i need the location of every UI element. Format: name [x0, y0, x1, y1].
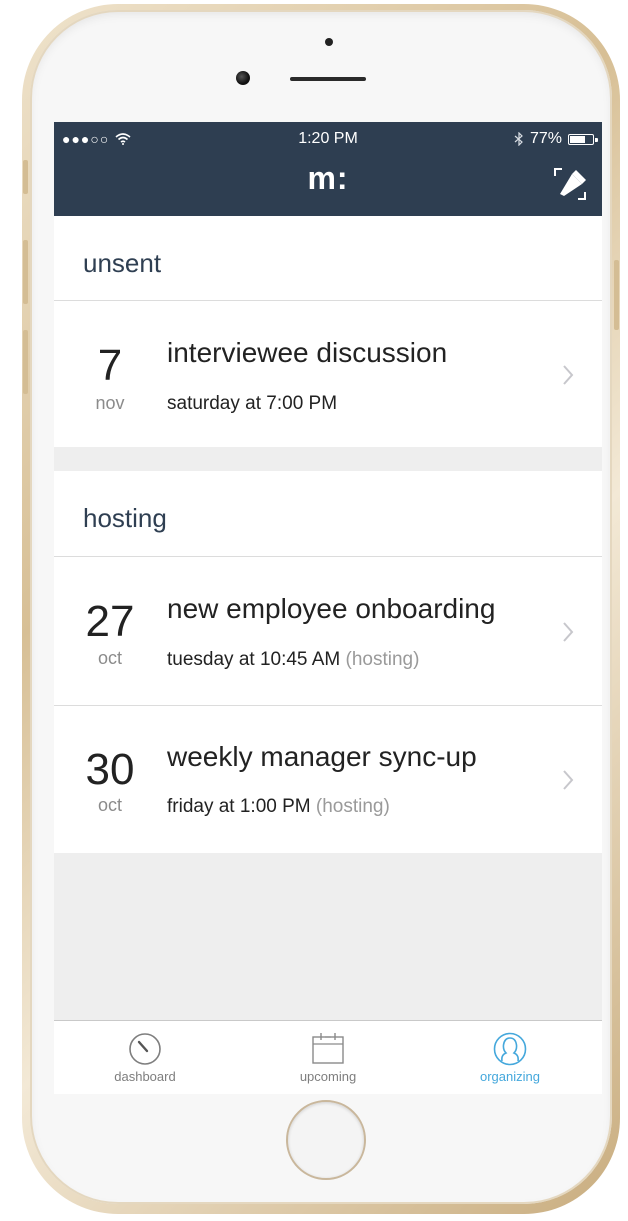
- event-month: nov: [95, 393, 125, 413]
- section-title: unsent: [83, 248, 162, 278]
- chevron-right-icon: [563, 622, 574, 642]
- mute-switch: [23, 160, 28, 194]
- person-icon: [493, 1032, 527, 1066]
- tab-organizing[interactable]: organizing: [440, 1031, 580, 1084]
- event-when: saturday at 7:00 PM: [167, 393, 338, 414]
- calendar-icon: [312, 1033, 344, 1064]
- event-day: 27: [85, 597, 135, 646]
- volume-up-button: [23, 240, 28, 304]
- compose-icon[interactable]: [552, 166, 588, 202]
- home-button[interactable]: [286, 1100, 366, 1180]
- event-time: saturday at 7:00 PM: [167, 393, 337, 415]
- app-screen: ●●●○○ 1:20 PM 77% m: unsent 7 nov interv…: [54, 122, 602, 1094]
- app-header: ●●●○○ 1:20 PM 77% m:: [54, 122, 602, 216]
- section-title: hosting: [83, 503, 167, 533]
- event-tag: (hosting): [345, 649, 420, 670]
- event-time: tuesday at 10:45 AM (hosting): [167, 649, 419, 671]
- event-title: new employee onboarding: [167, 593, 496, 624]
- event-when: tuesday at 10:45 AM: [167, 649, 341, 670]
- proximity-sensor: [325, 38, 333, 46]
- tab-dashboard[interactable]: dashboard: [75, 1031, 215, 1084]
- earpiece-speaker: [290, 77, 366, 81]
- tab-label: dashboard: [114, 1069, 176, 1084]
- app-logo: m:: [307, 160, 349, 196]
- event-day: 30: [85, 745, 135, 794]
- section-header-unsent: unsent: [54, 216, 602, 301]
- power-button: [614, 260, 619, 330]
- event-title: weekly manager sync-up: [167, 741, 477, 772]
- tab-upcoming[interactable]: upcoming: [258, 1031, 398, 1084]
- chevron-right-icon: [563, 365, 574, 385]
- event-tag: (hosting): [315, 796, 390, 817]
- event-row[interactable]: 7 nov interviewee discussion saturday at…: [54, 301, 602, 447]
- bluetooth-icon: [514, 132, 523, 146]
- event-row[interactable]: 30 oct weekly manager sync-up friday at …: [54, 706, 602, 853]
- chevron-right-icon: [563, 770, 574, 790]
- front-camera: [236, 71, 250, 85]
- event-day: 7: [97, 341, 123, 390]
- event-time: friday at 1:00 PM (hosting): [167, 796, 390, 818]
- event-title: interviewee discussion: [167, 337, 448, 368]
- battery-percent: 77%: [529, 130, 562, 147]
- event-when: friday at 1:00 PM: [167, 796, 311, 817]
- event-row[interactable]: 27 oct new employee onboarding tuesday a…: [54, 557, 602, 706]
- volume-down-button: [23, 330, 28, 394]
- event-month: oct: [97, 648, 122, 668]
- battery-cap: [595, 137, 598, 142]
- event-month: oct: [97, 795, 122, 815]
- tab-label: organizing: [480, 1069, 540, 1084]
- tab-bar: dashboard upcoming organizing: [54, 1020, 602, 1094]
- battery-icon: [568, 133, 598, 145]
- dashboard-icon: [129, 1033, 161, 1065]
- tab-label: upcoming: [299, 1069, 357, 1084]
- battery-fill: [570, 135, 586, 143]
- status-right: 77%: [514, 130, 598, 148]
- section-header-hosting: hosting: [54, 471, 602, 557]
